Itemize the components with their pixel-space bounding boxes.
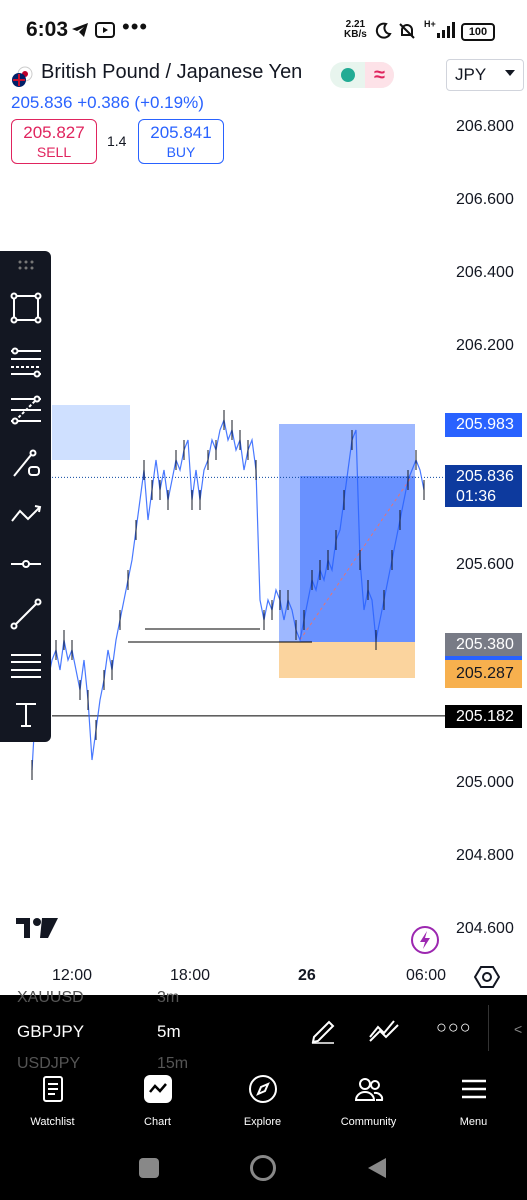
symbol-picker[interactable]: GBPJPY — [17, 1022, 84, 1042]
bar-countdown: 01:36 — [456, 488, 497, 505]
spread-value: 1.4 — [107, 133, 127, 149]
bottom-nav: Watchlist Chart Explore Community Menu — [0, 1068, 527, 1140]
filled-zone — [300, 476, 415, 642]
price-tick: 206.600 — [456, 191, 514, 208]
symbol-title[interactable]: British Pound / Japanese Yen — [41, 61, 302, 84]
price-change-percent: (+0.19%) — [134, 93, 204, 112]
telegram-icon — [71, 22, 89, 43]
currency-select[interactable]: JPY — [446, 59, 524, 91]
trend-line-tool-icon[interactable] — [9, 447, 43, 481]
time-tick: 18:00 — [170, 967, 211, 984]
chart-settings-icon[interactable] — [473, 964, 501, 990]
drawing-toolbar — [0, 251, 51, 742]
last-price: 205.836 — [11, 93, 73, 112]
price-tick: 205.600 — [456, 556, 514, 573]
rectangle-tool-icon[interactable] — [9, 291, 43, 325]
price-tick: 204.800 — [456, 847, 514, 864]
stop-price-tag: 205.287 — [445, 660, 522, 688]
price-tick: 206.200 — [456, 337, 514, 354]
nav-community[interactable]: Community — [316, 1068, 421, 1128]
compass-icon — [248, 1075, 277, 1103]
status-bar: 6:03 ••• 2.21 KB/s H+ 100 — [0, 0, 527, 58]
dnd-moon-icon — [374, 22, 392, 45]
signal-label: H+ — [424, 19, 436, 29]
symbol-picker-prev[interactable]: XAUUSD — [17, 989, 84, 1007]
time-tick: 26 — [298, 967, 316, 984]
target-price-tag: 205.983 — [445, 413, 522, 437]
delayed-data-icon: ≈ — [365, 62, 394, 88]
toolbar-drag-handle-icon[interactable] — [9, 255, 43, 275]
currency-label: JPY — [455, 65, 487, 84]
more-notifications-icon: ••• — [122, 14, 149, 39]
mute-bell-icon — [398, 22, 416, 45]
nav-label: Chart — [144, 1116, 171, 1128]
price-tick: 205.000 — [456, 774, 514, 791]
time-tick: 12:00 — [52, 967, 93, 984]
nav-label: Community — [340, 1116, 397, 1128]
price-tick: 206.400 — [456, 264, 514, 281]
ray-tool-icon[interactable] — [9, 597, 43, 631]
fib-channel-tool-icon[interactable] — [9, 393, 43, 427]
interval-picker-prev[interactable]: 3m — [157, 989, 179, 1007]
draw-pencil-icon[interactable] — [308, 1015, 338, 1050]
current-price: 205.836 — [456, 468, 514, 485]
currency-flags-icon — [11, 66, 33, 88]
nav-menu[interactable]: Menu — [421, 1068, 526, 1128]
youtube-icon — [95, 22, 115, 43]
chevron-down-icon — [505, 70, 515, 76]
sell-button[interactable]: 205.827 SELL — [11, 119, 97, 164]
chevron-left-icon[interactable]: < — [514, 1021, 522, 1037]
time-tick: 06:00 — [406, 967, 447, 984]
price-chart[interactable] — [0, 170, 445, 960]
price-tick: 206.800 — [456, 118, 514, 135]
signal-icon — [436, 22, 456, 43]
supply-zone — [52, 405, 130, 460]
line-price-tag: 205.182 — [445, 705, 522, 728]
status-time: 6:03 — [26, 18, 69, 41]
nav-label: Watchlist — [30, 1116, 75, 1128]
recent-apps-icon[interactable] — [139, 1158, 159, 1178]
watchlist-icon — [42, 1076, 63, 1102]
price-tick: 204.600 — [456, 920, 514, 937]
interval-picker[interactable]: 5m — [157, 1022, 181, 1042]
buy-button[interactable]: 205.841 BUY — [138, 119, 224, 164]
market-open-dot — [341, 68, 355, 82]
nav-label: Menu — [459, 1116, 488, 1128]
stop-zone — [279, 642, 415, 678]
text-tool-icon[interactable] — [9, 697, 43, 731]
buy-label: BUY — [166, 144, 196, 160]
nav-chart[interactable]: Chart — [105, 1068, 210, 1128]
entry-price-tag: 205.380 — [445, 633, 522, 656]
indicators-icon[interactable] — [368, 1017, 400, 1048]
price-change: +0.386 — [77, 93, 130, 112]
lightning-icon[interactable] — [410, 925, 440, 955]
horizontal-line-tool-icon[interactable] — [9, 547, 43, 581]
sell-price: 205.827 — [23, 123, 85, 142]
android-nav-bar — [0, 1140, 527, 1200]
nav-label: Explore — [243, 1116, 282, 1128]
hamburger-menu-icon — [461, 1079, 486, 1099]
nav-watchlist[interactable]: Watchlist — [0, 1068, 105, 1128]
net-speed: 2.21 KB/s — [344, 19, 367, 40]
back-icon[interactable] — [366, 1156, 388, 1185]
divider — [488, 1005, 489, 1051]
battery-indicator: 100 — [461, 23, 495, 41]
more-options-icon[interactable]: ○○○ — [436, 1017, 472, 1038]
parallel-channel-tool-icon[interactable] — [9, 649, 43, 683]
quote-line: 205.836 +0.386 (+0.19%) — [11, 93, 204, 113]
current-price-tag: 205.836 01:36 — [445, 465, 522, 507]
buy-price: 205.841 — [150, 123, 212, 142]
chart-icon — [143, 1075, 172, 1103]
nav-explore[interactable]: Explore — [210, 1068, 315, 1128]
community-icon — [354, 1078, 383, 1101]
path-tool-icon[interactable] — [9, 497, 43, 531]
home-icon[interactable] — [250, 1155, 276, 1181]
sell-label: SELL — [36, 144, 72, 160]
fib-retracement-tool-icon[interactable] — [9, 345, 43, 379]
tradingview-logo-icon — [16, 916, 58, 940]
